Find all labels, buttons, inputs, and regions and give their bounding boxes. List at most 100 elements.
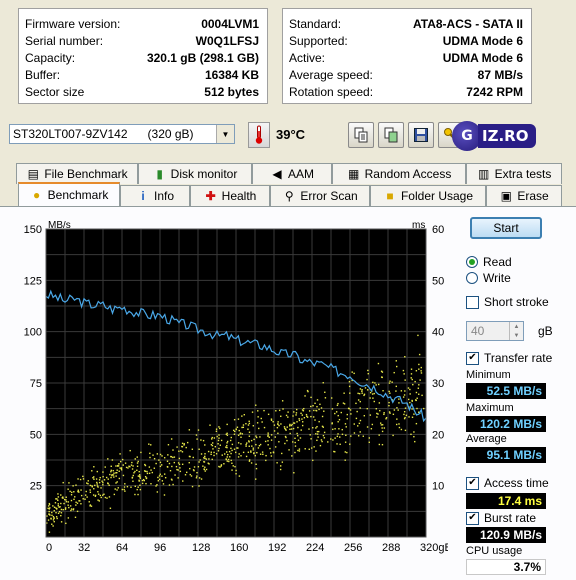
access-time-point bbox=[75, 501, 77, 503]
access-time-point bbox=[250, 462, 253, 464]
tab-folder-usage[interactable]: ■ Folder Usage bbox=[370, 185, 486, 206]
access-time-point bbox=[357, 392, 359, 395]
stroke-size-stepper[interactable]: 40 ▲ ▼ bbox=[466, 321, 524, 341]
burst-rate-checkbox[interactable]: ✔ bbox=[466, 511, 479, 525]
access-time-point bbox=[61, 497, 64, 499]
access-time-point bbox=[298, 418, 300, 420]
chevron-up-icon[interactable]: ▲ bbox=[510, 322, 523, 331]
tab-benchmark[interactable]: ● Benchmark bbox=[18, 182, 120, 206]
drive-select[interactable]: ST320LT007-9ZV142 (320 gB) ▼ bbox=[9, 124, 235, 144]
save-button[interactable] bbox=[408, 122, 434, 148]
access-time-point bbox=[60, 521, 63, 523]
tab-extra-tests[interactable]: ▥ Extra tests bbox=[466, 163, 562, 184]
access-time-point bbox=[294, 441, 296, 444]
access-time-point bbox=[70, 508, 73, 510]
access-time-point bbox=[267, 440, 269, 442]
tab-random-access[interactable]: ▦ Random Access bbox=[332, 163, 466, 184]
access-time-point bbox=[157, 480, 160, 482]
chevron-down-icon[interactable]: ▼ bbox=[510, 331, 523, 340]
access-time-point bbox=[52, 515, 55, 518]
access-time-point bbox=[53, 520, 55, 523]
access-time-point bbox=[411, 408, 413, 410]
access-time-point bbox=[330, 438, 332, 440]
rotation-row: Rotation speed: 7242 RPM bbox=[289, 84, 523, 100]
access-time-point bbox=[248, 459, 251, 461]
access-time-point bbox=[359, 407, 361, 409]
access-time-point bbox=[282, 408, 284, 410]
access-time-point bbox=[338, 428, 340, 430]
access-time-point bbox=[341, 433, 344, 436]
access-time-point bbox=[332, 439, 334, 441]
copy-text-icon bbox=[354, 127, 368, 143]
access-time-point bbox=[265, 454, 267, 457]
tab-file-benchmark[interactable]: ▤ File Benchmark bbox=[16, 163, 138, 184]
access-time-point bbox=[93, 476, 95, 478]
access-time-point bbox=[158, 459, 160, 461]
copy-image-icon bbox=[384, 127, 398, 143]
read-radio[interactable] bbox=[466, 256, 478, 268]
y-right-tick-label: 30 bbox=[432, 378, 444, 390]
access-time-point bbox=[114, 488, 116, 490]
access-time-point bbox=[237, 456, 240, 458]
copy-screenshot-button[interactable] bbox=[378, 122, 404, 148]
access-time-checkbox[interactable]: ✔ bbox=[466, 476, 479, 490]
access-time-point bbox=[72, 485, 74, 487]
burst-rate-option[interactable]: ✔ Burst rate bbox=[466, 511, 536, 525]
access-time-point bbox=[413, 413, 415, 415]
write-radio[interactable] bbox=[466, 272, 478, 284]
access-time-point bbox=[190, 475, 193, 477]
short-stroke-option[interactable]: Short stroke bbox=[466, 295, 549, 309]
access-time-point bbox=[297, 449, 299, 452]
access-time-point bbox=[62, 481, 64, 484]
access-time-point bbox=[94, 484, 96, 487]
access-time-point bbox=[189, 473, 191, 476]
access-time-point bbox=[321, 425, 324, 428]
short-stroke-checkbox[interactable] bbox=[466, 295, 479, 309]
access-time-point bbox=[257, 447, 260, 449]
x-tick-label: 96 bbox=[154, 542, 166, 554]
tab-extra-tests-label: Extra tests bbox=[494, 167, 552, 181]
tab-health[interactable]: ✚ Health bbox=[190, 185, 270, 206]
access-time-point bbox=[171, 479, 173, 481]
access-time-point bbox=[345, 426, 347, 428]
access-time-point bbox=[77, 478, 79, 480]
access-time-point bbox=[93, 466, 95, 468]
thermometer-icon bbox=[248, 122, 270, 148]
minimum-label: Minimum bbox=[466, 369, 511, 381]
access-time-point bbox=[420, 372, 423, 374]
access-time-point bbox=[96, 485, 99, 487]
x-tick-label: 128 bbox=[192, 542, 210, 554]
access-time-point bbox=[168, 484, 171, 486]
access-time-point bbox=[53, 510, 55, 512]
tab-erase[interactable]: ▣ Erase bbox=[486, 185, 562, 206]
serial-value: W0Q1LFSJ bbox=[195, 34, 259, 48]
access-time-option[interactable]: ✔ Access time bbox=[466, 476, 549, 490]
copy-text-button[interactable] bbox=[348, 122, 374, 148]
transfer-rate-checkbox[interactable]: ✔ bbox=[466, 351, 479, 365]
access-time-point bbox=[270, 455, 273, 457]
tab-disk-monitor[interactable]: ▮ Disk monitor bbox=[138, 163, 252, 184]
stepper-arrows[interactable]: ▲ ▼ bbox=[509, 322, 523, 340]
read-option[interactable]: Read bbox=[466, 255, 512, 269]
transfer-rate-option[interactable]: ✔ Transfer rate bbox=[466, 351, 552, 365]
x-tick-label: 192 bbox=[268, 542, 286, 554]
access-time-point bbox=[324, 397, 327, 399]
tab-aam[interactable]: ◀ AAM bbox=[252, 163, 332, 184]
write-option[interactable]: Write bbox=[466, 271, 511, 285]
access-time-point bbox=[251, 411, 254, 413]
access-time-point bbox=[316, 425, 318, 428]
access-time-point bbox=[367, 372, 369, 375]
access-time-point bbox=[315, 410, 318, 412]
access-time-point bbox=[191, 485, 194, 488]
access-time-point bbox=[418, 368, 420, 370]
start-button[interactable]: Start bbox=[470, 217, 542, 239]
tab-error-scan[interactable]: ⚲ Error Scan bbox=[270, 185, 370, 206]
access-time-point bbox=[79, 500, 81, 502]
access-time-point bbox=[242, 426, 245, 429]
access-time-point bbox=[218, 465, 220, 468]
access-time-point bbox=[418, 353, 421, 356]
tab-info[interactable]: i Info bbox=[120, 185, 190, 206]
access-time-point bbox=[80, 494, 83, 497]
access-time-point bbox=[48, 503, 51, 506]
chevron-down-icon[interactable]: ▼ bbox=[216, 125, 234, 143]
